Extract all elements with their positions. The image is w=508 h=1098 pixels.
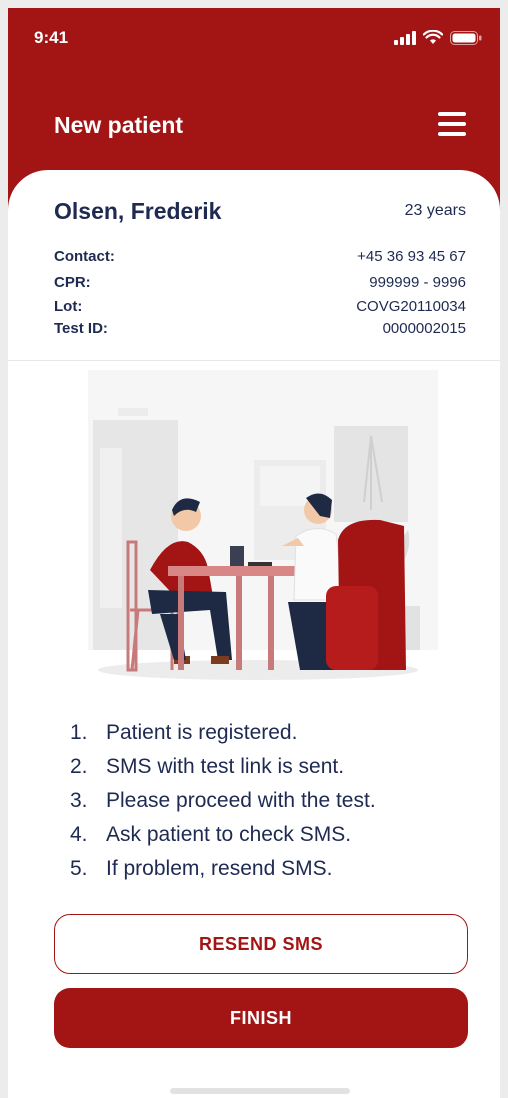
- step-number: 2.: [70, 755, 88, 778]
- info-label: Test ID:: [54, 320, 108, 337]
- info-row-test-id: Test ID: 0000002015: [54, 320, 466, 337]
- signal-icon: [394, 30, 416, 45]
- step-text: Please proceed with the test.: [106, 789, 376, 812]
- step-item: 1. Patient is registered.: [70, 716, 376, 750]
- step-item: 5. If problem, resend SMS.: [70, 852, 376, 886]
- step-number: 3.: [70, 789, 88, 812]
- home-indicator: [170, 1088, 350, 1094]
- step-text: If problem, resend SMS.: [106, 857, 333, 880]
- info-value: 999999 - 9996: [369, 274, 466, 291]
- status-icons: [394, 30, 482, 45]
- wifi-icon: [423, 30, 443, 44]
- status-time: 9:41: [34, 28, 69, 47]
- battery-icon: [450, 30, 482, 45]
- info-label: Contact:: [54, 248, 115, 265]
- info-value: COVG20110034: [356, 298, 466, 315]
- info-label: Lot:: [54, 298, 83, 315]
- step-item: 4. Ask patient to check SMS.: [70, 818, 376, 852]
- instruction-steps: 1. Patient is registered. 2. SMS with test…: [70, 716, 376, 886]
- step-number: 4.: [70, 823, 88, 846]
- page-title: New patient: [54, 112, 184, 138]
- step-item: 3. Please proceed with the test.: [70, 784, 376, 818]
- info-row-contact: Contact: +45 36 93 45 67: [54, 248, 466, 265]
- info-value: 0000002015: [382, 320, 466, 337]
- resend-sms-button[interactable]: RESEND SMS: [54, 914, 468, 974]
- patient-name: Olsen, Frederik: [54, 198, 222, 224]
- phone-screen: 9:41 New patient Olsen, Frederik 23 year…: [8, 8, 500, 1098]
- info-value: +45 36 93 45 67: [357, 248, 466, 265]
- hamburger-menu-icon[interactable]: [438, 112, 466, 138]
- status-bar: 9:41: [8, 8, 500, 68]
- info-row-cpr: CPR: 999999 - 9996: [54, 274, 466, 291]
- step-number: 5.: [70, 857, 88, 880]
- patient-card: Olsen, Frederik 23 years Contact: +45 36…: [8, 170, 500, 1098]
- consultation-illustration: [88, 370, 438, 680]
- step-number: 1.: [70, 721, 88, 744]
- step-item: 2. SMS with test link is sent.: [70, 750, 376, 784]
- divider: [8, 360, 500, 361]
- info-row-lot: Lot: COVG20110034: [54, 298, 466, 315]
- step-text: SMS with test link is sent.: [106, 755, 345, 778]
- step-text: Patient is registered.: [106, 721, 298, 744]
- finish-button[interactable]: FINISH: [54, 988, 468, 1048]
- patient-age: 23 years: [404, 202, 466, 219]
- step-text: Ask patient to check SMS.: [106, 823, 352, 846]
- info-label: CPR:: [54, 274, 91, 291]
